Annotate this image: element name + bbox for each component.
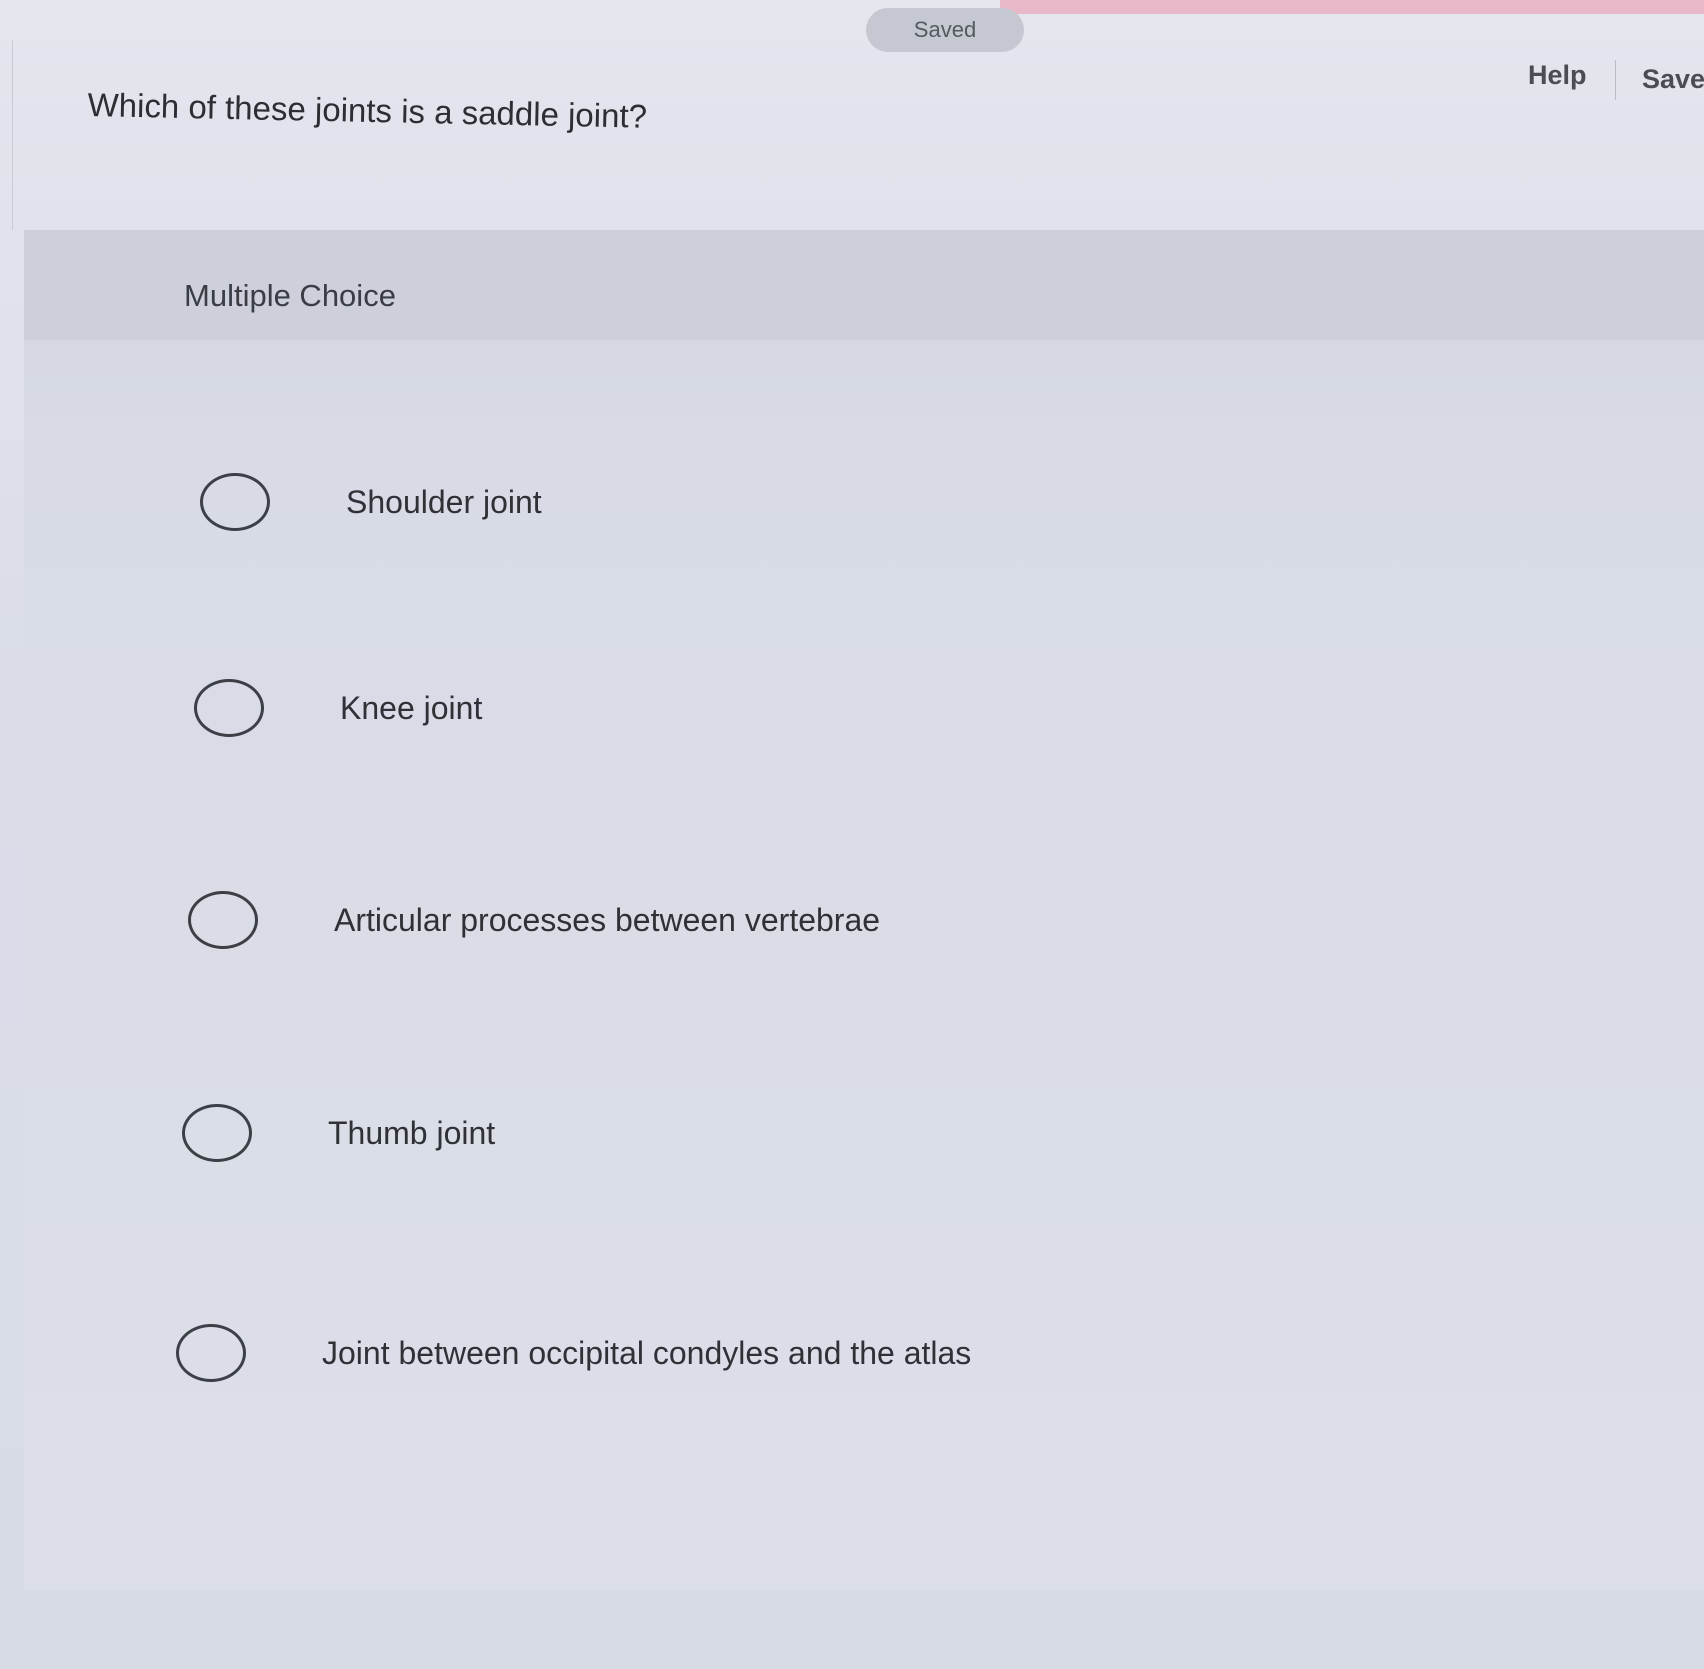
radio-button[interactable]: [200, 473, 270, 531]
option-label[interactable]: Thumb joint: [328, 1115, 495, 1152]
header-divider: [1615, 60, 1616, 100]
option-shoulder-joint[interactable]: Shoulder joint: [200, 462, 1400, 542]
card-header: Multiple Choice: [24, 230, 1704, 340]
left-panel-edge: [0, 40, 13, 230]
option-occipital-atlas[interactable]: Joint between occipital condyles and the…: [176, 1313, 1376, 1393]
quiz-page: Saved Help Save Which of these joints is…: [0, 0, 1704, 1669]
question-type-label: Multiple Choice: [184, 278, 396, 313]
option-knee-joint[interactable]: Knee joint: [194, 668, 1394, 748]
option-label[interactable]: Articular processes between vertebrae: [334, 902, 880, 939]
radio-button[interactable]: [194, 679, 264, 737]
saved-status-badge: Saved: [866, 8, 1024, 52]
answer-card: Multiple Choice Shoulder joint Knee join…: [24, 230, 1704, 1590]
top-banner: [1000, 0, 1704, 14]
radio-button[interactable]: [182, 1104, 252, 1162]
radio-button[interactable]: [176, 1324, 246, 1382]
saved-status-text: Saved: [913, 17, 977, 42]
option-label[interactable]: Knee joint: [340, 690, 482, 727]
radio-button[interactable]: [188, 891, 258, 949]
option-articular-processes[interactable]: Articular processes between vertebrae: [188, 880, 1388, 960]
option-label[interactable]: Shoulder joint: [346, 484, 542, 521]
option-thumb-joint[interactable]: Thumb joint: [182, 1093, 1382, 1173]
save-button[interactable]: Save: [1642, 64, 1704, 95]
question-text: Which of these joints is a saddle joint?: [87, 86, 648, 135]
option-label[interactable]: Joint between occipital condyles and the…: [322, 1335, 971, 1372]
help-button[interactable]: Help: [1528, 60, 1587, 91]
